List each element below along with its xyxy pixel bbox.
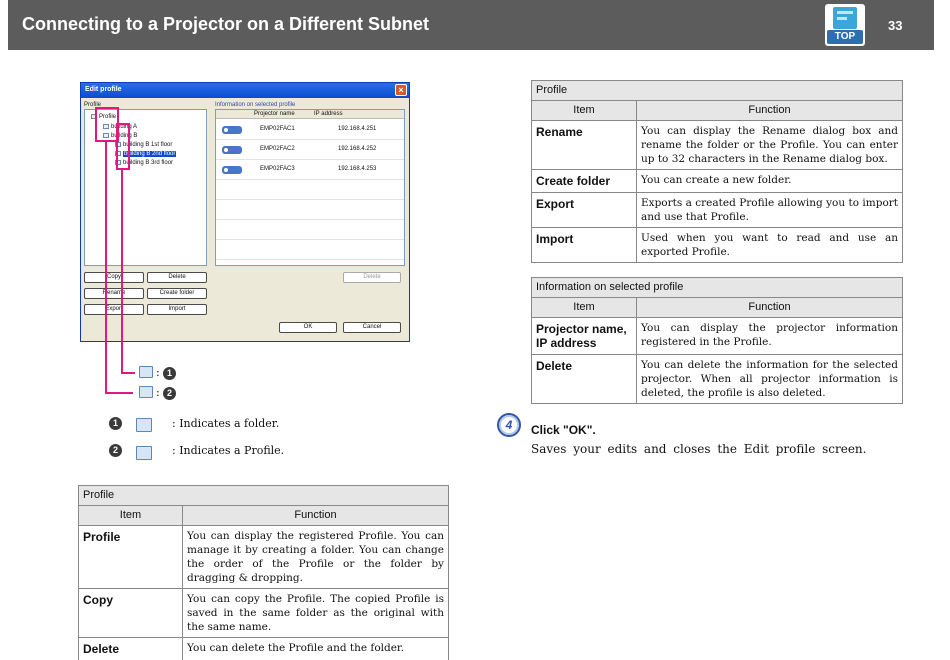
page-header: Connecting to a Projector on a Different… [8, 0, 934, 50]
column-header-item: Item [531, 100, 637, 121]
column-header-function: Function [182, 505, 449, 526]
callout-marker-1: 1 [163, 367, 176, 380]
profile-table-left: Profile Item Function Profile You can di… [78, 485, 449, 660]
table-row: Rename You can display the Rename dialog… [531, 120, 903, 170]
col-ip-address: IP address [314, 111, 343, 117]
page-number: 33 [888, 18, 903, 33]
callout-colon: : [156, 386, 160, 399]
callout-line [105, 142, 107, 393]
callout-line [105, 392, 133, 394]
legend-marker-1: 1 [109, 417, 122, 430]
step-number-badge: 4 [497, 413, 521, 437]
step-description: Saves your edits and closes the Edit pro… [531, 442, 867, 456]
import-button[interactable]: Import [147, 304, 207, 315]
info-delete-button[interactable]: Delete [343, 272, 401, 283]
profile-icon [139, 366, 153, 378]
page-title: Connecting to a Projector on a Different… [22, 14, 430, 34]
step-title: Click "OK". [531, 423, 596, 437]
projector-row-empty [216, 240, 404, 260]
callout-line [121, 170, 123, 373]
table-row: Copy You can copy the Profile. The copie… [78, 588, 449, 638]
folder-icon [136, 418, 152, 432]
delete-button[interactable]: Delete [147, 272, 207, 283]
top-label: TOP [827, 30, 863, 44]
cancel-button[interactable]: Cancel [343, 322, 401, 333]
close-icon[interactable]: × [395, 84, 407, 96]
profile-highlight [116, 123, 130, 170]
projector-icon [222, 166, 242, 174]
rename-button[interactable]: Rename [84, 288, 144, 299]
table-row: Delete You can delete the information fo… [531, 354, 903, 404]
table-caption: Information on selected profile [531, 277, 903, 298]
info-table: Information on selected profile Item Fun… [531, 277, 903, 404]
dialog-titlebar: Edit profile × [81, 83, 409, 98]
export-button[interactable]: Export [84, 304, 144, 315]
top-link-icon[interactable]: TOP [825, 4, 865, 46]
monitor-icon [833, 7, 857, 29]
legend-text-profile: : Indicates a Profile. [172, 444, 285, 457]
edit-profile-dialog: Edit profile × Profile Information on se… [80, 82, 410, 342]
projector-list-header: Projector name IP address [216, 110, 404, 119]
copy-button[interactable]: Copy [84, 272, 144, 283]
projector-row[interactable]: EMP02FAC1 192.168.4.251 [216, 120, 404, 140]
folder-icon [139, 386, 153, 398]
projector-row[interactable]: EMP02FAC2 192.168.4.252 [216, 140, 404, 160]
projector-icon [222, 126, 242, 134]
projector-row-empty [216, 200, 404, 220]
profile-icon [136, 446, 152, 460]
table-row: Profile You can display the registered P… [78, 525, 449, 589]
dialog-title: Edit profile [85, 86, 122, 93]
ok-button[interactable]: OK [279, 322, 337, 333]
column-header-function: Function [636, 297, 903, 318]
projector-row-empty [216, 220, 404, 240]
legend-text-folder: : Indicates a folder. [172, 417, 280, 430]
column-header-item: Item [531, 297, 637, 318]
projector-row[interactable]: EMP02FAC3 192.168.4.253 [216, 160, 404, 180]
table-caption: Profile [531, 80, 903, 101]
table-row: Export Exports a created Profile allowin… [531, 192, 903, 228]
column-header-function: Function [636, 100, 903, 121]
col-projector-name: Projector name [254, 111, 295, 117]
callout-colon: : [156, 366, 160, 379]
table-row: Delete You can delete the Profile and th… [78, 637, 449, 660]
table-row: Import Used when you want to read and us… [531, 227, 903, 263]
table-caption: Profile [78, 485, 449, 506]
info-label: Information on selected profile [215, 102, 296, 108]
table-row: Create folder You can create a new folde… [531, 169, 903, 193]
callout-line [121, 372, 135, 374]
create-folder-button[interactable]: Create folder [147, 288, 207, 299]
projector-list[interactable]: Projector name IP address EMP02FAC1 192.… [215, 109, 405, 266]
callout-marker-2: 2 [163, 387, 176, 400]
profile-table-right: Profile Item Function Rename You can dis… [531, 80, 903, 263]
table-row: Projector name, IP address You can displ… [531, 317, 903, 355]
legend-marker-2: 2 [109, 444, 122, 457]
projector-icon [222, 146, 242, 154]
column-header-item: Item [78, 505, 183, 526]
projector-row-empty [216, 180, 404, 200]
